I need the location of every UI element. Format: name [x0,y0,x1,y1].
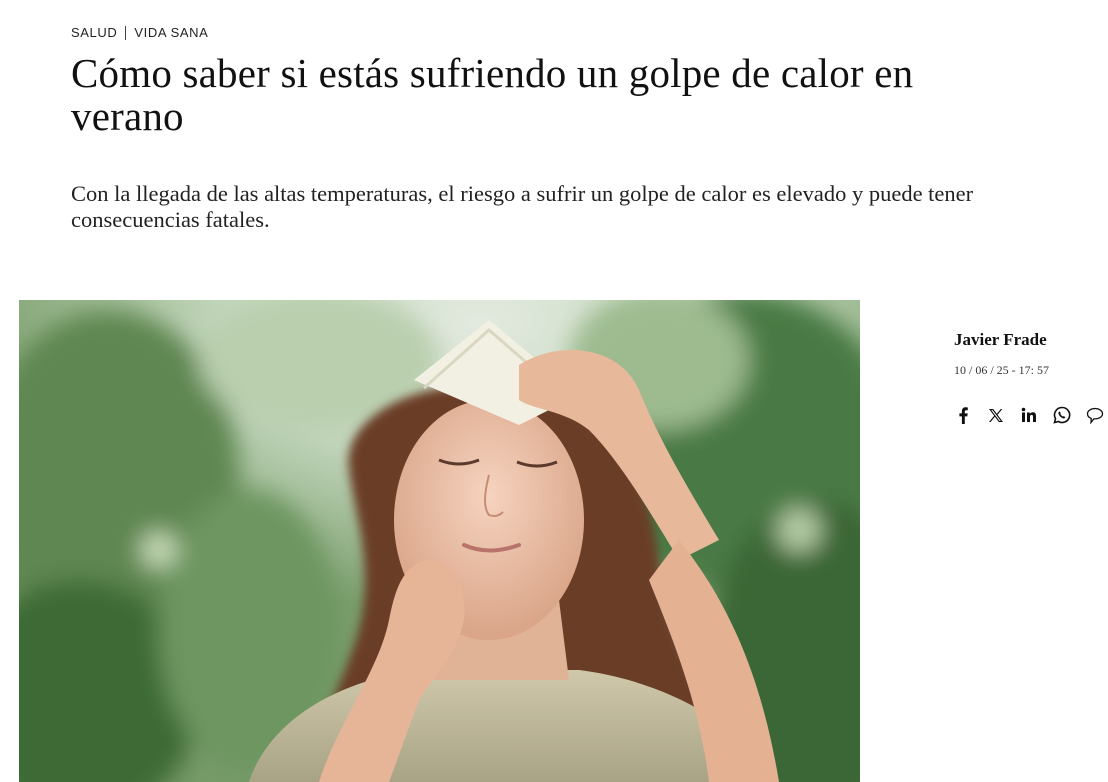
breadcrumb-section-link[interactable]: SALUD [71,25,117,40]
breadcrumb-subsection-link[interactable]: VIDA SANA [134,25,208,40]
share-bar [954,405,1104,425]
whatsapp-icon[interactable] [1052,405,1071,425]
breadcrumb: SALUD VIDA SANA [71,25,208,40]
breadcrumb-divider [125,25,127,40]
article-page: SALUD VIDA SANA Cómo saber si estás sufr… [0,0,1108,782]
publish-date: 10 / 06 / 25 - 17: 57 [954,363,1049,377]
author-block: Javier Frade 10 / 06 / 25 - 17: 57 [954,330,1104,425]
author-name-link[interactable]: Javier Frade [954,330,1104,350]
x-icon[interactable] [987,405,1006,425]
comment-icon[interactable] [1085,405,1104,425]
linkedin-icon[interactable] [1020,405,1039,425]
facebook-icon[interactable] [954,405,973,425]
hero-image [19,300,860,782]
article-subtitle: Con la llegada de las altas temperaturas… [71,181,974,232]
article-title: Cómo saber si estás sufriendo un golpe d… [71,50,914,139]
